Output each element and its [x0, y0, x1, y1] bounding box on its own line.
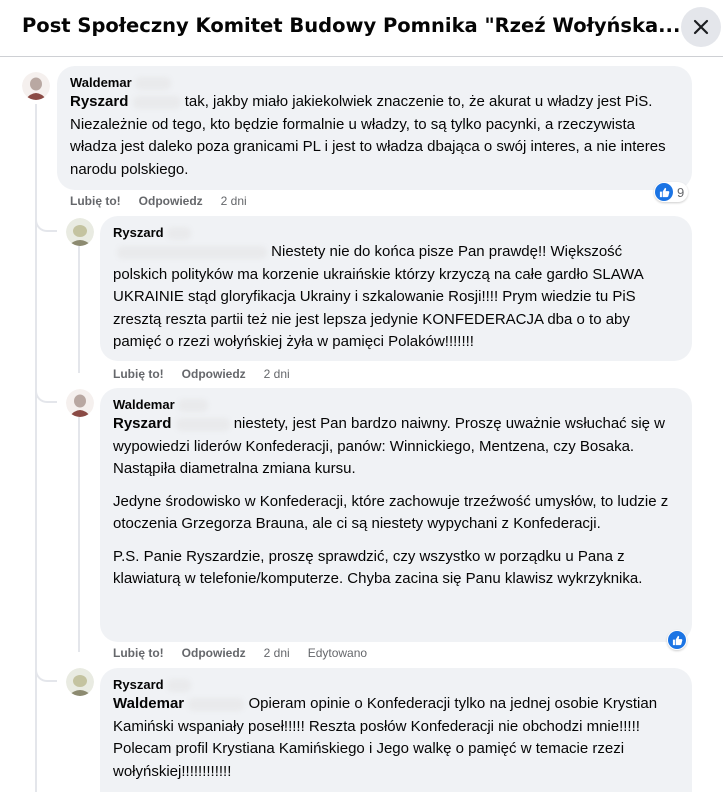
comment-bubble: Ryszard Niestety nie do końca pisze Pan …: [100, 216, 692, 361]
reply-button[interactable]: Odpowiedz: [139, 194, 203, 208]
comment-text: Waldemar Opieram opinie o Konfederacji t…: [113, 695, 658, 780]
reply-button[interactable]: Odpowiedz: [182, 646, 246, 660]
comment-bubble: Waldemar Ryszard tak, jakby miało jakiek…: [57, 66, 692, 190]
comment-author[interactable]: Waldemar: [113, 396, 680, 413]
comment-author[interactable]: Waldemar: [70, 74, 680, 91]
thread-line: [35, 104, 37, 792]
avatar[interactable]: [22, 72, 50, 100]
thread-line: [78, 416, 80, 652]
timestamp[interactable]: 2 dni: [221, 194, 247, 208]
profile-photo-icon: [66, 218, 94, 246]
comment-author[interactable]: Ryszard: [113, 676, 680, 693]
thread-line: [78, 245, 80, 373]
comment-text: P.S. Panie Ryszardzie, proszę sprawdzić,…: [113, 547, 643, 588]
timestamp[interactable]: 2 dni: [264, 367, 290, 381]
close-button[interactable]: [681, 7, 721, 47]
avatar[interactable]: [66, 668, 94, 696]
like-icon: [668, 631, 686, 649]
timestamp[interactable]: 2 dni: [264, 646, 290, 660]
mention-link[interactable]: Waldemar: [113, 695, 184, 712]
mention-link[interactable]: Ryszard: [70, 93, 128, 110]
like-button[interactable]: Lubię to!: [70, 194, 121, 208]
comment-actions: Lubię to! Odpowiedz 2 dni: [70, 193, 265, 209]
avatar[interactable]: [66, 218, 94, 246]
reaction-summary[interactable]: [667, 630, 687, 650]
close-icon: [693, 19, 709, 35]
profile-photo-icon: [66, 389, 94, 417]
comment-author[interactable]: Ryszard: [113, 224, 680, 241]
avatar[interactable]: [66, 389, 94, 417]
comment-text: Ryszard tak, jakby miało jakiekolwiek zn…: [70, 93, 666, 178]
comment-actions: Lubię to! Odpowiedz 2 dni: [113, 366, 308, 382]
comment-actions: Lubię to! Odpowiedz 2 dni Edytowano: [113, 645, 385, 661]
thread-curve: [35, 218, 57, 232]
reaction-summary[interactable]: 9: [654, 182, 689, 202]
mention-link[interactable]: Ryszard: [113, 415, 171, 432]
thread-curve: [35, 668, 57, 682]
dialog-header: Post Społeczny Komitet Budowy Pomnika "R…: [0, 0, 723, 57]
thread-curve: [35, 389, 57, 403]
comment-bubble: Waldemar Ryszard niestety, jest Pan bard…: [100, 388, 692, 642]
like-icon: [655, 183, 673, 201]
comment-text: Jedyne środowisko w Konfederacji, które …: [113, 492, 669, 533]
reply-button[interactable]: Odpowiedz: [182, 367, 246, 381]
comment-text: Ryszard niestety, jest Pan bardzo naiwny…: [113, 415, 666, 477]
edited-label: Edytowano: [307, 646, 368, 660]
profile-photo-icon: [22, 72, 50, 100]
like-button[interactable]: Lubię to!: [113, 367, 164, 381]
reaction-count: 9: [677, 184, 685, 200]
comment-bubble: Ryszard Waldemar Opieram opinie o Konfed…: [100, 668, 692, 792]
like-button[interactable]: Lubię to!: [113, 646, 164, 660]
post-title: Post Społeczny Komitet Budowy Pomnika "R…: [22, 14, 681, 37]
profile-photo-icon: [66, 668, 94, 696]
comment-text: Niestety nie do końca pisze Pan prawdę!!…: [113, 243, 643, 350]
